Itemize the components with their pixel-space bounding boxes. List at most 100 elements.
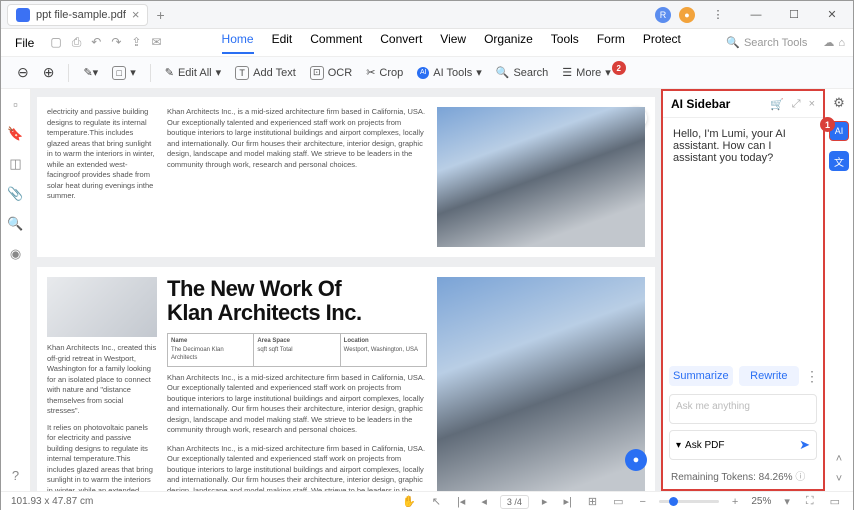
read-mode-icon[interactable]: ▭ — [827, 495, 843, 508]
tab-title: ppt file-sample.pdf — [36, 9, 126, 21]
menu-home[interactable]: Home — [222, 32, 254, 54]
settings-dots-icon[interactable]: ⋮ — [703, 8, 733, 21]
pdf-page: electricity and passive building designs… — [37, 97, 655, 257]
close-sidebar-icon[interactable]: × — [809, 98, 815, 111]
menu-protect[interactable]: Protect — [643, 32, 681, 54]
last-page-icon[interactable]: ▸| — [560, 495, 574, 508]
home-icon[interactable]: ⌂ — [838, 37, 845, 49]
document-tab[interactable]: ppt file-sample.pdf × — [7, 4, 148, 26]
search-icon: 🔍 — [726, 36, 740, 49]
attachment-icon[interactable]: 📎 — [7, 186, 23, 202]
help-icon[interactable]: ? — [12, 468, 19, 491]
building-image — [437, 107, 645, 247]
document-viewport[interactable]: ▤ electricity and passive building desig… — [31, 89, 661, 491]
zoom-level: 25% — [751, 496, 771, 507]
print-icon[interactable]: ⎙ — [72, 35, 82, 50]
hand-tool-icon[interactable]: ✋ — [399, 495, 419, 508]
text-block: It relies on photovoltaic panels for ele… — [47, 423, 157, 492]
menu-organize[interactable]: Organize — [484, 32, 533, 54]
zoom-in-status-icon[interactable]: + — [729, 496, 741, 508]
send-icon[interactable]: ➤ — [799, 437, 810, 453]
page-number-input[interactable]: 3 /4 — [500, 495, 529, 509]
text-block: Khan Architects Inc., is a mid-sized arc… — [167, 373, 427, 436]
scroll-up-icon[interactable]: ˄ — [833, 453, 845, 465]
shape-button[interactable]: □▾ — [108, 64, 140, 82]
search-nav-icon[interactable]: 🔍 — [7, 216, 23, 232]
share-icon[interactable]: ⇪ — [131, 35, 141, 50]
page-icon[interactable]: ▫ — [13, 97, 18, 112]
ai-prompt-input[interactable]: Ask me anything — [669, 394, 817, 424]
menu-form[interactable]: Form — [597, 32, 625, 54]
cursor-coords: 101.93 x 47.87 cm — [11, 496, 93, 507]
ai-sidebar-title: AI Sidebar — [671, 97, 730, 111]
close-window-icon[interactable]: ✕ — [817, 8, 847, 21]
ask-pdf-button[interactable]: ▾ Ask PDF ➤ — [669, 430, 817, 460]
summarize-button[interactable]: Summarize — [669, 366, 733, 386]
tokens-remaining: Remaining Tokens: 84.26% ⓘ — [663, 464, 823, 489]
more-button[interactable]: ☰ More▾2 — [558, 64, 628, 81]
next-page-icon[interactable]: ▸ — [539, 495, 551, 508]
select-tool-icon[interactable]: ↖ — [429, 495, 444, 508]
ai-sidebar: 1 AI Sidebar 🛒 ⤢ × Hello, I'm Lumi, your… — [661, 89, 825, 491]
cart-icon[interactable]: 🛒 — [770, 98, 784, 111]
highlight-button[interactable]: ✎▾ — [79, 64, 102, 81]
menu-comment[interactable]: Comment — [310, 32, 362, 54]
bookmark-icon[interactable]: 🔖 — [7, 126, 23, 142]
cloud-icon[interactable]: ☁ — [823, 36, 834, 49]
floating-ai-badge[interactable]: ● — [625, 449, 647, 471]
text-block: Khan Architects Inc., created this off-g… — [47, 343, 157, 417]
menu-tools[interactable]: Tools — [551, 32, 579, 54]
stamp-icon[interactable]: ◉ — [10, 246, 21, 262]
menu-convert[interactable]: Convert — [380, 32, 422, 54]
maximize-icon[interactable]: ☐ — [779, 8, 809, 21]
layers-icon[interactable]: ◫ — [9, 156, 21, 172]
zoom-in-button[interactable]: ⊕ — [39, 62, 59, 83]
menu-view[interactable]: View — [440, 32, 466, 54]
pdf-page: Khan Architects Inc., created this off-g… — [37, 267, 655, 491]
zoom-slider[interactable] — [659, 500, 719, 503]
building-image — [437, 277, 645, 491]
mail-icon[interactable]: ✉ — [151, 35, 161, 50]
prev-page-icon[interactable]: ◂ — [478, 495, 490, 508]
search-button[interactable]: 🔍 Search — [492, 64, 553, 81]
ai-tools-button[interactable]: AI AI Tools▾ — [413, 64, 485, 81]
info-table: NameThe Decimoan Klan Architects Area Sp… — [167, 333, 427, 366]
more-badge: 2 — [612, 61, 626, 75]
search-tools[interactable]: 🔍 Search Tools ☁ ⌂ — [726, 36, 845, 49]
zoom-out-status-icon[interactable]: − — [636, 496, 648, 508]
doc-heading-1: The New Work Of — [167, 276, 341, 301]
new-tab-button[interactable]: + — [148, 7, 172, 23]
translate-icon[interactable]: 文 — [829, 151, 849, 171]
file-menu[interactable]: File — [9, 36, 40, 50]
fit-page-icon[interactable]: ▭ — [610, 495, 626, 508]
ocr-button[interactable]: ⊡ OCR — [306, 64, 356, 82]
redo-icon[interactable]: ↷ — [111, 35, 121, 50]
sliders-icon[interactable]: ⚙ — [833, 95, 845, 111]
notification-badge[interactable]: ● — [679, 7, 695, 23]
ai-greeting: Hello, I'm Lumi, your AI assistant. How … — [663, 118, 823, 362]
callout-badge-1: 1 — [820, 117, 835, 132]
first-page-icon[interactable]: |◂ — [454, 495, 468, 508]
tab-close-icon[interactable]: × — [132, 7, 140, 22]
zoom-dropdown-icon[interactable]: ▾ — [781, 495, 793, 508]
user-avatar[interactable]: R — [655, 7, 671, 23]
rewrite-button[interactable]: Rewrite — [739, 366, 799, 386]
minimize-icon[interactable]: — — [741, 9, 771, 21]
scroll-down-icon[interactable]: ˅ — [833, 473, 845, 485]
crop-button[interactable]: ✂ Crop — [362, 64, 407, 81]
undo-icon[interactable]: ↶ — [91, 35, 101, 50]
zoom-out-button[interactable]: ⊖ — [13, 62, 33, 83]
more-actions-icon[interactable]: ⋮ — [805, 368, 817, 385]
edit-all-button[interactable]: ✎ Edit All▾ — [161, 64, 225, 81]
text-block: Khan Architects Inc., is a mid-sized arc… — [167, 107, 427, 247]
add-text-button[interactable]: T Add Text — [231, 64, 300, 82]
fit-width-icon[interactable]: ⊞ — [585, 495, 600, 508]
open-icon[interactable]: ▢ — [50, 35, 61, 50]
text-block: Khan Architects Inc., is a mid-sized arc… — [167, 444, 427, 491]
app-logo-icon — [16, 8, 30, 22]
fullscreen-icon[interactable]: ⛶ — [803, 495, 817, 508]
building-thumb — [47, 277, 157, 337]
menu-edit[interactable]: Edit — [272, 32, 293, 54]
doc-heading-2: Klan Architects Inc. — [167, 300, 362, 325]
expand-icon[interactable]: ⤢ — [792, 98, 801, 111]
